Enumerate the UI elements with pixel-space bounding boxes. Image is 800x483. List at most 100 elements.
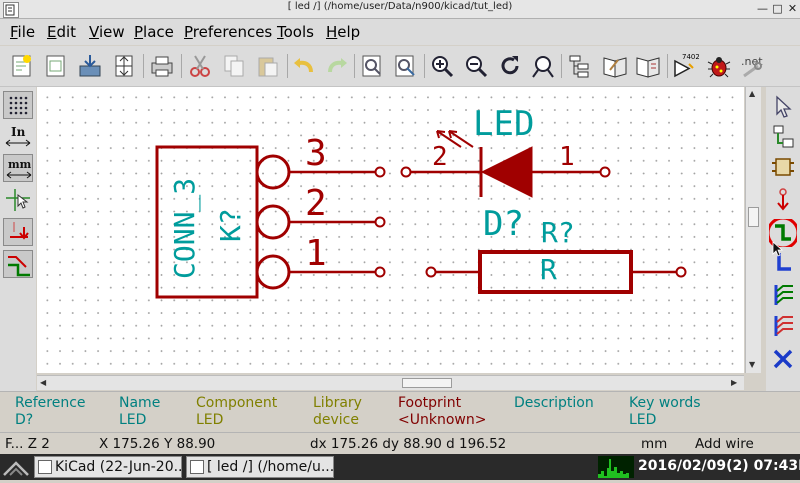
new-schematic-icon[interactable] <box>8 52 36 80</box>
vertical-scroll-thumb[interactable] <box>748 207 759 227</box>
find-icon[interactable] <box>358 52 386 80</box>
cursor-shape-icon[interactable] <box>3 186 33 214</box>
msg-name: Name LED <box>119 395 161 428</box>
led-symbol[interactable]: LED D? 2 1 <box>400 104 611 244</box>
vertical-scrollbar[interactable]: ▲ ▼ <box>745 87 761 373</box>
menu-edit[interactable]: Edit <box>47 23 76 41</box>
annotate-icon[interactable]: 7402 <box>671 52 700 80</box>
status-mode: Add wire <box>695 436 754 452</box>
wire-angle-icon[interactable] <box>3 250 33 278</box>
paste-icon[interactable] <box>254 52 282 80</box>
status-zoom: F... Z 2 <box>5 436 50 452</box>
maximize-button[interactable]: □ <box>770 1 785 16</box>
find-replace-icon[interactable] <box>391 52 419 80</box>
left-toolbar: In mm <box>0 87 36 392</box>
menu-bar: File Edit View Place Preferences Tools H… <box>0 19 800 45</box>
units-inches-icon[interactable]: In <box>3 123 33 151</box>
menu-view[interactable]: View <box>89 23 125 41</box>
new-sheet-icon[interactable] <box>42 52 70 80</box>
svg-text:mm: mm <box>8 158 32 171</box>
svg-text:In: In <box>11 125 26 139</box>
library-editor-icon[interactable] <box>601 52 629 80</box>
scroll-up-icon[interactable]: ▲ <box>749 89 755 99</box>
svg-text:7402: 7402 <box>682 53 699 61</box>
led-pin-2: 2 <box>432 142 448 172</box>
cpu-monitor <box>598 456 634 478</box>
undo-icon[interactable] <box>290 52 318 80</box>
close-button[interactable]: ✕ <box>785 1 800 16</box>
message-panel: Reference D? Name LED Component LED Libr… <box>0 391 800 432</box>
add-power-icon[interactable] <box>769 186 797 214</box>
scroll-right-icon[interactable]: ▶ <box>731 378 737 388</box>
window-title: [ led /] (/home/user/Data/n900/kicad/tut… <box>287 1 513 12</box>
menu-tools[interactable]: Tools <box>277 23 314 41</box>
redo-icon[interactable] <box>323 52 351 80</box>
no-connect-icon[interactable] <box>769 345 797 373</box>
clock: 2016/02/09(2) 07:43PM <box>638 458 800 474</box>
title-bar[interactable]: [ led /] (/home/user/Data/n900/kicad/tut… <box>0 0 800 19</box>
status-coords: X 175.26 Y 88.90 <box>99 436 216 452</box>
zoom-out-icon[interactable] <box>462 52 490 80</box>
wire-to-bus-entry-icon[interactable] <box>769 281 797 309</box>
resistor-symbol[interactable]: R R? <box>425 216 687 294</box>
minimize-button[interactable]: — <box>755 1 770 16</box>
scroll-down-icon[interactable]: ▼ <box>749 360 755 370</box>
led-value: LED <box>473 104 534 144</box>
hidden-pins-icon[interactable] <box>3 218 33 246</box>
connector-pin-1: 1 <box>305 233 327 274</box>
zoom-fit-icon[interactable] <box>529 52 557 80</box>
menu-file[interactable]: File <box>10 23 35 41</box>
resistor-ref: R? <box>541 216 575 249</box>
status-bar: F... Z 2 X 175.26 Y 88.90 dx 175.26 dy 8… <box>0 432 800 455</box>
msg-description: Description <box>514 395 594 411</box>
mouse-cursor-icon <box>772 241 784 261</box>
eeschema-task-icon <box>190 460 204 474</box>
kicad-task-icon <box>38 460 52 474</box>
connector-ref: K? <box>214 208 247 242</box>
menu-place[interactable]: Place <box>134 23 174 41</box>
connector-pin-2: 2 <box>305 183 327 224</box>
cut-icon[interactable] <box>186 52 214 80</box>
task-eeschema[interactable]: [ led /] (/home/u... <box>186 456 334 478</box>
select-arrow-icon[interactable] <box>769 93 797 121</box>
connector-symbol[interactable]: CONN_3 K? 3 2 1 <box>155 133 386 299</box>
zoom-in-icon[interactable] <box>428 52 456 80</box>
msg-footprint: Footprint <Unknown> <box>398 395 487 428</box>
redraw-icon[interactable] <box>496 52 524 80</box>
grid-toggle-icon[interactable] <box>3 91 33 119</box>
copy-icon[interactable] <box>220 52 248 80</box>
main-toolbar: 7402 .net <box>0 46 800 87</box>
taskbar: KiCad (22-Jun-20... [ led /] (/home/u...… <box>0 454 800 480</box>
save-icon[interactable] <box>76 52 104 80</box>
horizontal-scroll-thumb[interactable] <box>402 378 452 388</box>
horizontal-scrollbar[interactable]: ◀ ▶ <box>37 375 744 390</box>
hierarchy-nav-icon[interactable] <box>769 123 797 151</box>
start-menu-icon[interactable] <box>2 455 32 479</box>
connector-pin-3: 3 <box>305 133 327 174</box>
msg-library: Library device <box>313 395 362 428</box>
scroll-left-icon[interactable]: ◀ <box>40 378 46 388</box>
led-ref: D? <box>483 204 524 244</box>
status-delta: dx 175.26 dy 88.90 d 196.52 <box>310 436 507 452</box>
resistor-value: R <box>540 253 557 286</box>
svg-text:.net: .net <box>741 55 763 68</box>
schematic-canvas[interactable]: CONN_3 K? 3 2 1 LED D? 2 1 R R? <box>37 87 744 373</box>
menu-preferences[interactable]: Preferences <box>184 23 272 41</box>
menu-help[interactable]: Help <box>326 23 360 41</box>
units-mm-icon[interactable]: mm <box>3 154 33 182</box>
library-browser-icon[interactable] <box>634 52 662 80</box>
add-component-icon[interactable] <box>769 153 797 181</box>
msg-reference: Reference D? <box>15 395 86 428</box>
right-toolbar <box>766 87 800 392</box>
hierarchy-icon[interactable] <box>566 52 594 80</box>
task-kicad[interactable]: KiCad (22-Jun-20... <box>34 456 182 478</box>
netlist-icon[interactable]: .net <box>738 52 766 80</box>
msg-component: Component LED <box>196 395 278 428</box>
bus-to-bus-entry-icon[interactable] <box>769 312 797 340</box>
page-settings-icon[interactable] <box>110 52 138 80</box>
erc-bug-icon[interactable] <box>705 52 733 80</box>
status-units: mm <box>641 436 668 452</box>
connector-name: CONN_3 <box>168 178 202 279</box>
led-pin-1: 1 <box>559 142 575 172</box>
print-icon[interactable] <box>148 52 176 80</box>
